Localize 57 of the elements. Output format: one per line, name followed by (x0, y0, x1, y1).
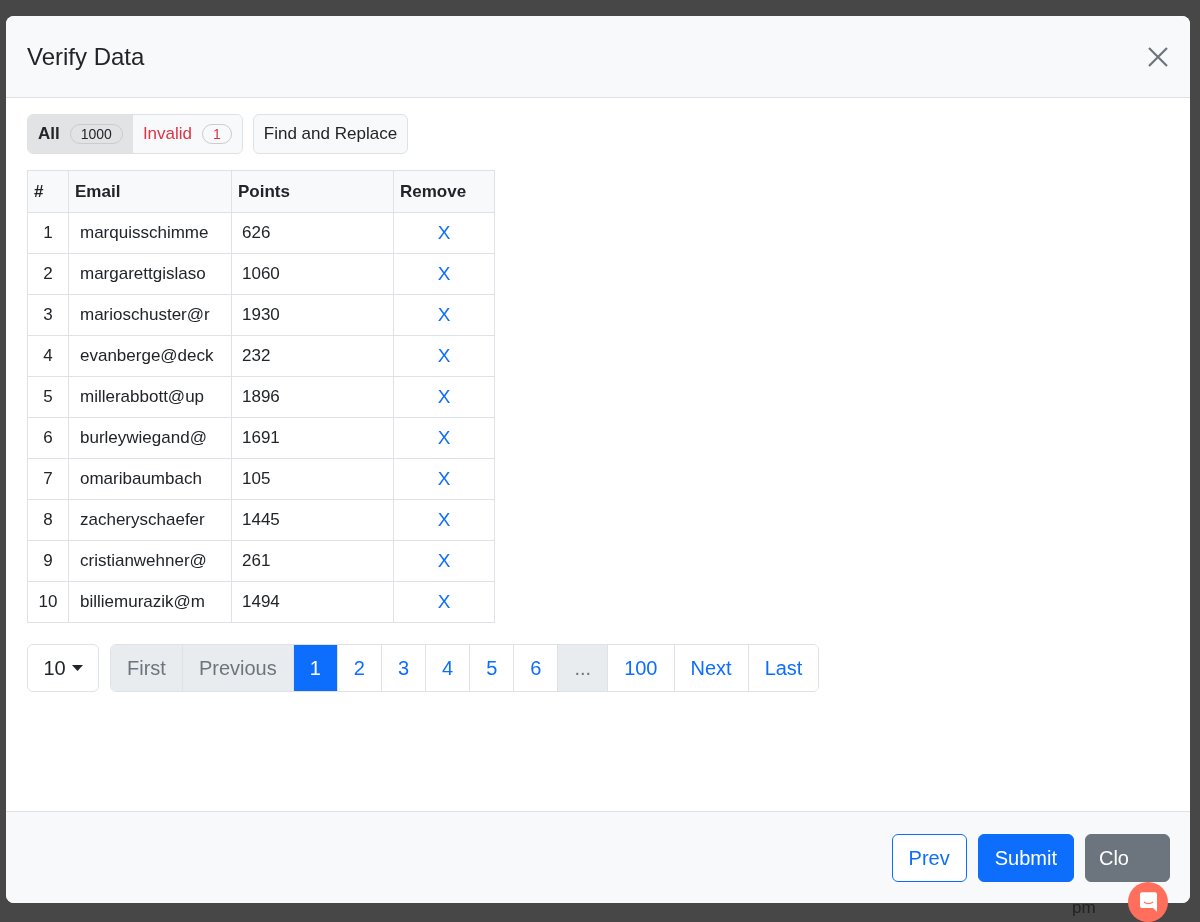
table-cell: marquisschimme (68, 212, 232, 254)
table-cell: omaribaumbach (68, 458, 232, 500)
table-cell: millerabbott@up (68, 376, 232, 418)
table-cell: zacheryschaefer (68, 499, 232, 541)
remove-link[interactable]: X (437, 423, 451, 453)
chat-launcher-button[interactable] (1128, 882, 1168, 922)
table-cell: burleywiegand@ (68, 417, 232, 459)
table-cell: 1060 (231, 253, 394, 295)
table-cell: 626 (231, 212, 394, 254)
page-link[interactable]: Last (747, 645, 819, 691)
table-cell: 105 (231, 458, 394, 500)
table-cell: 1896 (231, 376, 394, 418)
table-cell: 1445 (231, 499, 394, 541)
remove-link[interactable]: X (437, 546, 451, 576)
chat-icon (1139, 892, 1157, 912)
table-cell: 2 (27, 253, 69, 295)
table-cell: 261 (231, 540, 394, 582)
column-header: Points (231, 170, 394, 213)
column-header: Email (68, 170, 232, 213)
remove-link[interactable]: X (437, 218, 451, 248)
table-cell: 1691 (231, 417, 394, 459)
page-size-dropdown[interactable]: 10 (27, 644, 99, 692)
page-link[interactable]: 1 (292, 645, 337, 691)
footer-button[interactable]: Submit (977, 833, 1074, 882)
table-cell: 4 (27, 335, 69, 377)
table-cell: cristianwehner@ (68, 540, 232, 582)
remove-link[interactable]: X (437, 587, 451, 617)
find-replace-button[interactable]: Find and Replace (252, 114, 409, 154)
remove-link[interactable]: X (437, 259, 451, 289)
column-header: # (27, 170, 69, 213)
footer-button[interactable]: Clo (1085, 833, 1170, 882)
remove-link[interactable]: X (437, 300, 451, 330)
caret-icon (71, 665, 83, 671)
table-cell: 1930 (231, 294, 394, 336)
filter-tab[interactable]: All 1000 (28, 115, 133, 153)
table-cell: 6 (27, 417, 69, 459)
table-cell: margarettgislaso (68, 253, 232, 295)
table-cell: 10 (27, 581, 69, 623)
close-icon[interactable] (1147, 45, 1169, 68)
table-cell: 1 (27, 212, 69, 254)
remove-link[interactable]: X (437, 505, 451, 535)
table-cell: evanberge@deck (68, 335, 232, 377)
table-cell: 3 (27, 294, 69, 336)
table-cell: 8 (27, 499, 69, 541)
modal-title: Verify Data (27, 41, 145, 72)
remove-link[interactable]: X (437, 464, 451, 494)
remove-link[interactable]: X (437, 341, 451, 371)
table-cell: billiemurazik@m (68, 581, 232, 623)
column-header: Remove (393, 170, 495, 213)
table-cell: 1494 (231, 581, 394, 623)
remove-link[interactable]: X (437, 382, 451, 412)
footer-button[interactable]: Prev (891, 833, 967, 882)
table-cell: 5 (27, 376, 69, 418)
table-cell: marioschuster@r (68, 294, 232, 336)
table-cell: 232 (231, 335, 394, 377)
table-cell: 9 (27, 540, 69, 582)
table-cell: 7 (27, 458, 69, 500)
